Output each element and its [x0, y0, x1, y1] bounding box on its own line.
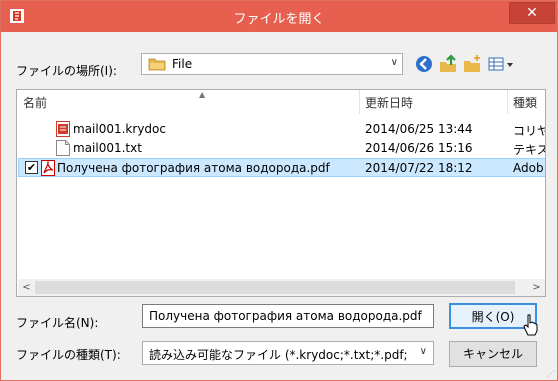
filetype-select[interactable]: 読み込み可能なファイル (*.krydoc;*.txt;*.pdf; ∨ — [142, 341, 434, 365]
column-divider[interactable] — [359, 90, 360, 114]
up-folder-icon[interactable] — [438, 54, 458, 74]
scroll-right-icon[interactable]: > — [528, 279, 545, 296]
location-label: ファイルの場所(I): — [16, 64, 117, 78]
file-type: コリヤ共 — [513, 124, 545, 138]
back-icon[interactable] — [414, 54, 434, 74]
column-divider[interactable] — [507, 90, 508, 114]
folder-icon — [148, 58, 166, 71]
file-modified: 2014/07/22 18:12 — [365, 161, 473, 175]
file-name: mail001.krydoc — [73, 122, 166, 136]
new-folder-icon[interactable] — [462, 54, 482, 74]
resize-grip-icon[interactable]: ⋰ — [547, 369, 555, 378]
location-combo[interactable]: File ∨ — [141, 53, 403, 75]
scroll-left-icon[interactable]: < — [18, 279, 35, 296]
file-row[interactable]: mail001.krydoc 2014/06/25 13:44 コリヤ共 — [18, 120, 545, 139]
pdf-icon — [41, 160, 55, 176]
column-header-modified[interactable]: 更新日時 — [365, 93, 413, 113]
file-row[interactable]: mail001.txt 2014/06/26 15:16 テキス — [18, 139, 545, 158]
scrollbar-thumb[interactable] — [35, 281, 515, 294]
horizontal-scrollbar[interactable]: < > — [18, 279, 545, 296]
location-value: File — [172, 57, 193, 71]
row-checkbox[interactable]: ✔ — [25, 161, 38, 174]
filetype-label: ファイルの種類(T): — [16, 348, 121, 362]
filename-input[interactable]: Получена фотография атома водорода.pdf — [142, 304, 434, 328]
file-name: mail001.txt — [73, 141, 142, 155]
chevron-down-icon: ∨ — [390, 57, 398, 68]
file-type: テキス — [513, 143, 545, 157]
open-file-dialog: ファイルを開く ✕ ファイルの場所(I): File ∨ 名前 ▲ 更新日時 種… — [0, 0, 558, 381]
column-header-type[interactable]: 種類 — [513, 93, 537, 113]
text-file-icon — [56, 140, 70, 156]
filetype-value: 読み込み可能なファイル (*.krydoc;*.txt;*.pdf; — [149, 348, 408, 362]
close-button[interactable]: ✕ — [509, 2, 555, 24]
window-title: ファイルを開く — [233, 12, 325, 27]
file-modified: 2014/06/26 15:16 — [365, 141, 473, 155]
sort-ascending-icon: ▲ — [199, 90, 206, 99]
file-modified: 2014/06/25 13:44 — [365, 122, 473, 136]
filename-label: ファイル名(N): — [16, 316, 99, 330]
title-bar[interactable]: ファイルを開く ✕ — [1, 1, 557, 32]
krydoc-icon — [56, 121, 70, 137]
file-name: Получена фотография атома водорода.pdf — [57, 161, 330, 175]
view-menu-icon[interactable] — [487, 54, 515, 74]
hand-cursor-icon — [523, 314, 538, 336]
file-row[interactable]: ✔ Получена фотография атома водорода.pdf… — [18, 158, 545, 177]
file-list[interactable]: 名前 ▲ 更新日時 種類 mail001.krydoc 2014/06/25 1… — [16, 89, 546, 297]
cancel-button[interactable]: キャンセル — [449, 341, 537, 367]
file-type: Adob — [513, 161, 544, 175]
chevron-down-icon: ∨ — [419, 346, 427, 357]
column-header-name[interactable]: 名前 — [23, 93, 47, 113]
